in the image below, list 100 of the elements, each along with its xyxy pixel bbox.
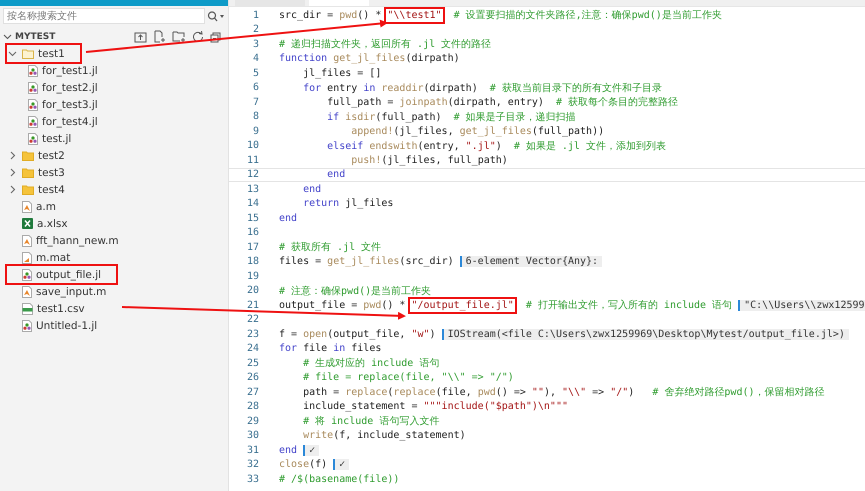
file-name: test4 bbox=[38, 184, 65, 196]
code-line: append!(jl_files, get_jl_files(full_path)) bbox=[350, 126, 604, 137]
section-title[interactable]: MYTEST bbox=[15, 32, 56, 42]
file-name: test1.csv bbox=[37, 302, 85, 314]
inline-result[interactable]: ✓ bbox=[303, 444, 320, 456]
file-name: a.xlsx bbox=[37, 218, 68, 230]
tree-item[interactable]: test1.csv bbox=[8, 301, 99, 316]
code-line: elseif endswith(entry, ".jl") # 如果是 .jl 文件，添加到列表 bbox=[326, 140, 666, 153]
tree-item[interactable]: test3 bbox=[8, 165, 79, 180]
code-line: # 注意：确保pwd()是当前工作夹 bbox=[279, 284, 432, 298]
line-number: 6 bbox=[252, 82, 260, 94]
file-name: test3 bbox=[38, 166, 65, 178]
code-line: # 获取所有 .jl 文件 bbox=[279, 240, 382, 254]
line-number: 4 bbox=[252, 53, 260, 64]
file-name: for_test4.jl bbox=[42, 116, 98, 128]
spreadsheet-icon bbox=[22, 218, 33, 229]
import-box-icon[interactable] bbox=[134, 30, 147, 42]
julia-file-icon bbox=[28, 116, 38, 128]
tree-item[interactable]: m.mat bbox=[8, 250, 84, 265]
code-line: # /$(basename(file)) bbox=[279, 474, 400, 485]
collapse-icon[interactable] bbox=[210, 30, 222, 42]
code-line: output_file = pwd() * "/output_file.jl" # 打开输出文件，写入所有的 include 语句 bbox=[279, 298, 732, 312]
line-number: 28 bbox=[246, 401, 260, 412]
line-number: 19 bbox=[246, 270, 260, 282]
tree-item[interactable]: test.jl bbox=[14, 131, 86, 146]
line-number: 3 bbox=[252, 38, 260, 50]
tree-item[interactable]: test2 bbox=[8, 148, 79, 163]
julia-file-icon bbox=[22, 268, 32, 280]
folder-icon bbox=[22, 184, 34, 194]
refresh-icon[interactable] bbox=[192, 30, 204, 42]
chevron-icon[interactable] bbox=[8, 168, 17, 177]
code-line: write(f, include_statement) bbox=[302, 430, 466, 442]
line-number: 17 bbox=[246, 242, 260, 253]
file-name: m.mat bbox=[36, 252, 70, 264]
csv-file-icon bbox=[22, 302, 33, 314]
line-number: 12 bbox=[246, 169, 260, 180]
tree-item[interactable]: test4 bbox=[8, 182, 79, 197]
tree-item[interactable]: output_file.jl bbox=[8, 267, 116, 282]
code-line: f = open(output_file, "w") bbox=[279, 328, 436, 340]
line-number: 24 bbox=[246, 343, 260, 354]
line-number: 15 bbox=[246, 212, 260, 224]
folder-icon bbox=[22, 48, 34, 58]
line-number: 10 bbox=[246, 140, 260, 152]
search-field[interactable]: 按名称搜索文件 bbox=[3, 8, 205, 24]
line-number: 26 bbox=[246, 372, 260, 384]
line-number: 8 bbox=[252, 111, 260, 122]
tree-item[interactable]: a.xlsx bbox=[8, 216, 82, 231]
tree-item[interactable]: save_input.m bbox=[8, 284, 120, 299]
code-line: jl_files = [] bbox=[302, 68, 382, 79]
new-file-icon[interactable] bbox=[153, 30, 166, 43]
tree-item[interactable]: a.m bbox=[8, 199, 70, 214]
code-line: # 将 include 语句写入文件 bbox=[302, 414, 440, 428]
line-number: 32 bbox=[246, 459, 260, 470]
line-number: 21 bbox=[246, 300, 260, 311]
code-line: push!(jl_files, full_path) bbox=[350, 154, 508, 166]
line-number: 25 bbox=[246, 358, 260, 369]
data-file-icon bbox=[22, 252, 32, 264]
line-number: 14 bbox=[246, 198, 260, 210]
inline-result[interactable]: ✓ bbox=[333, 459, 350, 470]
line-number: 11 bbox=[246, 154, 260, 166]
code-line: for file in files bbox=[279, 343, 382, 354]
code-line: include_statement = """include("$path")\n""" bbox=[302, 401, 568, 412]
tree-item[interactable]: for_test2.jl bbox=[14, 80, 112, 95]
search-icon[interactable] bbox=[207, 10, 225, 22]
inline-result[interactable]: "C:\\Users\\zwx12599 bbox=[738, 300, 865, 311]
line-number: 18 bbox=[246, 256, 260, 268]
tree-item[interactable]: for_test1.jl bbox=[14, 63, 112, 78]
tree-item[interactable]: fft_hann_new.m bbox=[8, 233, 133, 248]
code-line: function get_jl_files(dirpath) bbox=[279, 53, 460, 64]
folder-icon bbox=[22, 168, 34, 178]
inline-result[interactable]: 6-element Vector{Any}: bbox=[460, 256, 602, 268]
chevron-icon[interactable] bbox=[8, 151, 17, 160]
tree-item[interactable]: for_test3.jl bbox=[14, 97, 112, 112]
file-name: save_input.m bbox=[36, 286, 106, 298]
julia-file-icon bbox=[28, 98, 38, 110]
tree-item[interactable]: for_test4.jl bbox=[14, 114, 112, 129]
line-number: 31 bbox=[246, 444, 260, 456]
julia-file-icon bbox=[22, 320, 32, 332]
julia-file-icon bbox=[28, 132, 38, 144]
file-name: for_test1.jl bbox=[42, 64, 98, 76]
file-name: Untitled-1.jl bbox=[36, 320, 98, 332]
code-line: # file = replace(file, "\\" => "/") bbox=[302, 372, 514, 384]
line-number: 20 bbox=[246, 285, 260, 296]
code-line: full_path = joinpath(dirpath, entry) # 获取每个条目的完整路径 bbox=[326, 96, 678, 110]
file-name: test1 bbox=[38, 48, 65, 60]
matlab-file-icon bbox=[22, 286, 32, 298]
chevron-icon[interactable] bbox=[3, 32, 12, 41]
line-number: 27 bbox=[246, 386, 260, 398]
code-line: end bbox=[279, 212, 298, 224]
new-folder-icon[interactable] bbox=[172, 30, 186, 43]
inline-result[interactable]: IOStream(<file C:\Users\zwx1259969\Desktop\Mytest/output_file.jl>) bbox=[442, 328, 849, 340]
code-line: end bbox=[302, 184, 322, 195]
tree-item[interactable]: test1 bbox=[8, 46, 79, 61]
chevron-icon[interactable] bbox=[8, 49, 17, 58]
chevron-icon[interactable] bbox=[8, 185, 17, 194]
matlab-file-icon bbox=[22, 200, 32, 212]
tree-item[interactable]: Untitled-1.jl bbox=[8, 318, 112, 333]
file-name: output_file.jl bbox=[36, 268, 102, 280]
code-line: close(f) bbox=[279, 459, 328, 470]
code-line: src_dir = pwd() * "\\test1" # 设置要扫描的文件夹路径,注意：确保pwd()是当前工作夹 bbox=[279, 8, 722, 22]
